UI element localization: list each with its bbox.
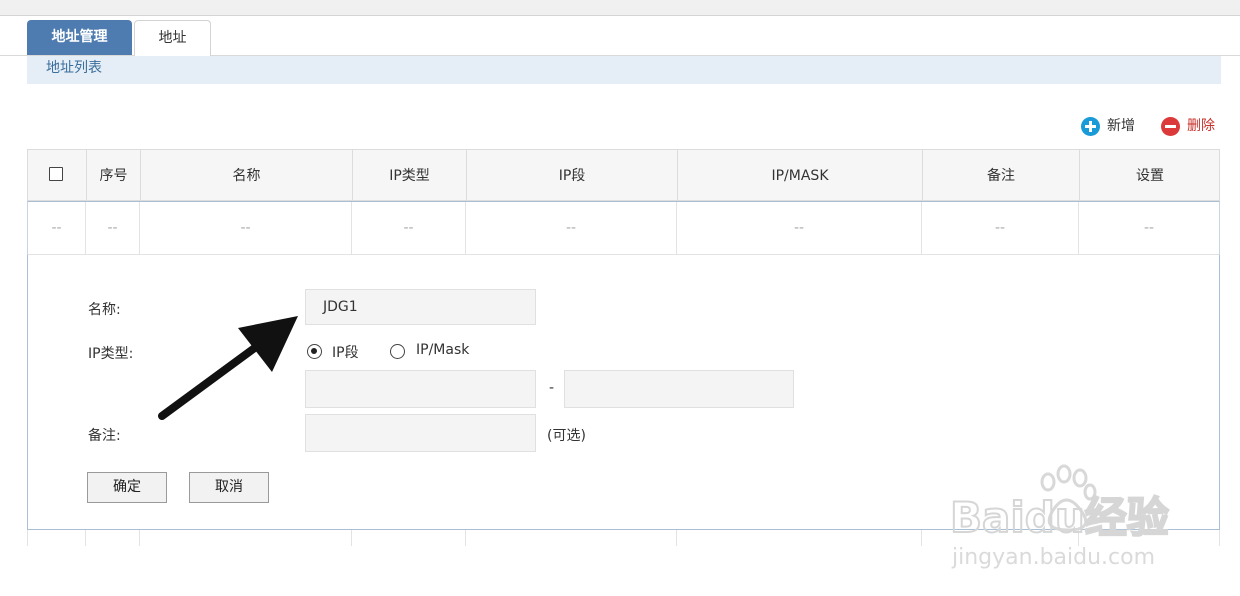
col-header-ip-mask: IP/MASK [678,150,923,200]
header-select-all [28,150,87,200]
ip-range-end-input[interactable] [564,370,794,408]
add-button-label: 新增 [1107,118,1135,134]
table-cell: -- [466,202,677,255]
name-label: 名称: [88,302,121,318]
table-row: -- -- -- -- -- -- -- -- [27,201,1220,255]
delete-button-label: 删除 [1187,118,1215,134]
note-input[interactable] [305,414,536,452]
svg-text:jingyan.baidu.com: jingyan.baidu.com [951,545,1155,570]
delete-button[interactable]: 删除 [1161,116,1215,136]
tab-bar: 地址管理 地址 [0,16,1240,56]
ip-range-radio-label[interactable]: IP段 [332,342,359,362]
table-cell: -- [352,202,466,255]
ip-range-start-input[interactable] [305,370,536,408]
optional-hint: (可选) [547,428,586,444]
col-header-ip-range: IP段 [467,150,678,200]
section-title: 地址列表 [46,60,102,76]
table-cell: -- [140,202,352,255]
add-button[interactable]: 新增 [1081,116,1135,136]
confirm-button[interactable]: 确定 [87,472,167,503]
select-all-checkbox[interactable] [49,167,63,181]
table-cell: -- [86,202,140,255]
col-header-note: 备注 [923,150,1080,200]
tab-address[interactable]: 地址 [134,20,211,56]
col-header-index: 序号 [87,150,141,200]
ip-mask-radio-label[interactable]: IP/Mask [416,342,469,358]
table-header: 序号 名称 IP类型 IP段 IP/MASK 备注 设置 [27,149,1220,201]
svg-text:Baidu经验: Baidu经验 [950,493,1169,542]
ip-mask-radio[interactable] [390,344,405,359]
ip-type-label: IP类型: [88,346,134,362]
name-input[interactable]: JDG1 [305,289,536,325]
table-cell: -- [28,202,86,255]
section-header: 地址列表 [27,56,1221,84]
note-label: 备注: [88,428,121,444]
plus-circle-icon [1081,116,1100,136]
cancel-button[interactable]: 取消 [189,472,269,503]
table-cell: -- [1143,220,1155,236]
minus-circle-icon [1161,116,1180,136]
col-header-name: 名称 [141,150,353,200]
col-header-settings: 设置 [1136,168,1164,184]
range-separator: - [549,380,555,396]
table-cell: -- [922,202,1079,255]
tab-address-management[interactable]: 地址管理 [27,20,132,55]
col-header-ip-type: IP类型 [353,150,467,200]
top-strip [0,0,1240,16]
baidu-watermark-icon: Baidu经验 jingyan.baidu.com [949,464,1170,570]
annotation-arrow-icon [158,316,298,420]
table-cell: -- [677,202,922,255]
